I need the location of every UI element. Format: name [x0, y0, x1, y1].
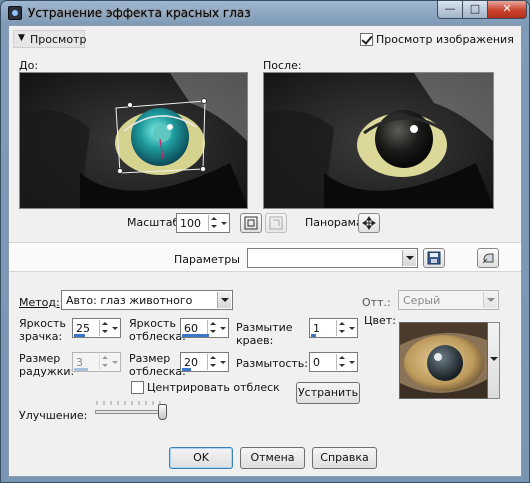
center-glint-label: Центрировать отблеск [147, 381, 280, 394]
dropdown-arrow-icon[interactable] [348, 354, 356, 370]
method-value: Авто: глаз животного [66, 294, 193, 307]
blur-value: 0 [313, 356, 320, 369]
zoom-label: Масштаб: [127, 216, 183, 229]
tint-dropdown[interactable]: Серый [398, 290, 499, 310]
color-menu-button[interactable] [488, 322, 500, 399]
method-dropdown[interactable]: Авто: глаз животного [61, 290, 233, 310]
before-label: До: [19, 59, 39, 72]
cancel-button[interactable]: Отмена [240, 447, 305, 469]
blur-spinner[interactable]: 0 [309, 352, 358, 372]
chevron-down-icon: ▼ [18, 33, 25, 43]
dropdown-arrow-icon[interactable] [111, 320, 119, 336]
pupil-brightness-spinner[interactable]: 25 [72, 318, 121, 338]
maximize-button[interactable]: □ [462, 1, 488, 19]
enhance-slider-track[interactable] [95, 410, 165, 414]
iris-size-spinner[interactable]: 3 [72, 352, 121, 372]
color-menu-arrow-icon [490, 357, 498, 361]
presets-label: Параметры [174, 253, 240, 266]
zoom-spin-arrows-icon[interactable] [208, 215, 219, 231]
feather-edges-level-bar [311, 334, 316, 337]
spin-arrows-icon[interactable] [207, 354, 218, 370]
title-bar[interactable]: Устранение эффекта красных глаз — □ ✕ [1, 1, 529, 25]
actual-size-icon [269, 216, 283, 230]
dropdown-arrow-icon[interactable] [348, 320, 356, 336]
zoom-fit-icon [244, 216, 258, 230]
after-preview-image[interactable] [263, 72, 494, 209]
eye-color-swatch[interactable] [399, 322, 488, 399]
apply-button[interactable]: Устранить [296, 382, 360, 404]
glint-brightness-level-bar [182, 334, 209, 337]
feather-edges-spinner[interactable]: 1 [309, 318, 358, 338]
ok-button[interactable]: OK [169, 447, 233, 469]
dialog-body: ▼ Просмотр Просмотр изображения До: Посл… [8, 25, 522, 477]
pupil-brightness-label: Яркость зрачка: [19, 317, 66, 343]
glint-size-level-bar [182, 368, 191, 371]
spin-arrows-icon[interactable] [336, 320, 347, 336]
enhance-label: Улучшение: [19, 409, 88, 422]
zoom-spinner[interactable]: 100 [176, 213, 230, 233]
iris-size-label: Размер радужки: [19, 352, 75, 378]
iris-size-level-bar [74, 368, 88, 371]
tint-value: Серый [403, 294, 441, 307]
color-label: Цвет: [364, 314, 396, 327]
save-preset-button[interactable] [423, 248, 445, 268]
zoom-value: 100 [180, 217, 201, 230]
preview-toggle-label: Просмотр [30, 33, 87, 46]
tint-label: Отт.: [362, 296, 391, 309]
move-icon [362, 216, 376, 230]
glint-brightness-label: Яркость отблеска: [129, 317, 186, 343]
help-button[interactable]: Справка [312, 447, 377, 469]
method-label: Метод: [19, 296, 60, 309]
glint-size-label: Размер отблеска: [129, 352, 186, 378]
spin-arrows-icon[interactable] [99, 354, 110, 370]
enhance-slider-ticks [95, 397, 167, 405]
tint-dropdown-arrow-icon[interactable] [483, 292, 497, 308]
app-icon [8, 6, 22, 20]
before-preview-image[interactable] [19, 72, 248, 209]
show-preview-checkbox[interactable] [360, 33, 373, 46]
glint-brightness-spinner[interactable]: 60 [180, 318, 229, 338]
actual-size-button[interactable] [265, 213, 287, 233]
minimize-button[interactable]: — [437, 1, 463, 19]
feather-edges-label: Размытие краев: [236, 321, 293, 347]
glint-size-spinner[interactable]: 20 [180, 352, 229, 372]
floppy-disk-icon [427, 251, 441, 265]
pupil-brightness-level-bar [74, 334, 85, 337]
spin-arrows-icon[interactable] [99, 320, 110, 336]
blur-label: Размытость: [236, 357, 308, 370]
after-label: После: [263, 59, 302, 72]
pan-button[interactable] [358, 213, 380, 233]
window-title: Устранение эффекта красных глаз [28, 6, 251, 20]
presets-dropdown[interactable] [247, 248, 418, 268]
reset-preset-button[interactable] [477, 248, 499, 268]
enhance-slider-thumb[interactable] [158, 404, 167, 420]
dropdown-arrow-icon[interactable] [111, 354, 119, 370]
spin-arrows-icon[interactable] [336, 354, 347, 370]
dropdown-arrow-icon[interactable] [219, 320, 227, 336]
center-glint-checkbox[interactable] [131, 381, 144, 394]
dropdown-arrow-icon[interactable] [219, 354, 227, 370]
dialog-window: Устранение эффекта красных глаз — □ ✕ ▼ … [0, 0, 530, 483]
zoom-dropdown-icon[interactable] [220, 215, 228, 231]
close-button[interactable]: ✕ [487, 1, 527, 19]
show-preview-label: Просмотр изображения [376, 33, 514, 46]
preview-toggle[interactable]: ▼ Просмотр [13, 30, 87, 48]
presets-dropdown-arrow-icon[interactable] [402, 250, 416, 266]
reset-icon [482, 253, 494, 264]
zoom-to-fit-button[interactable] [240, 213, 262, 233]
method-dropdown-arrow-icon[interactable] [217, 292, 231, 308]
